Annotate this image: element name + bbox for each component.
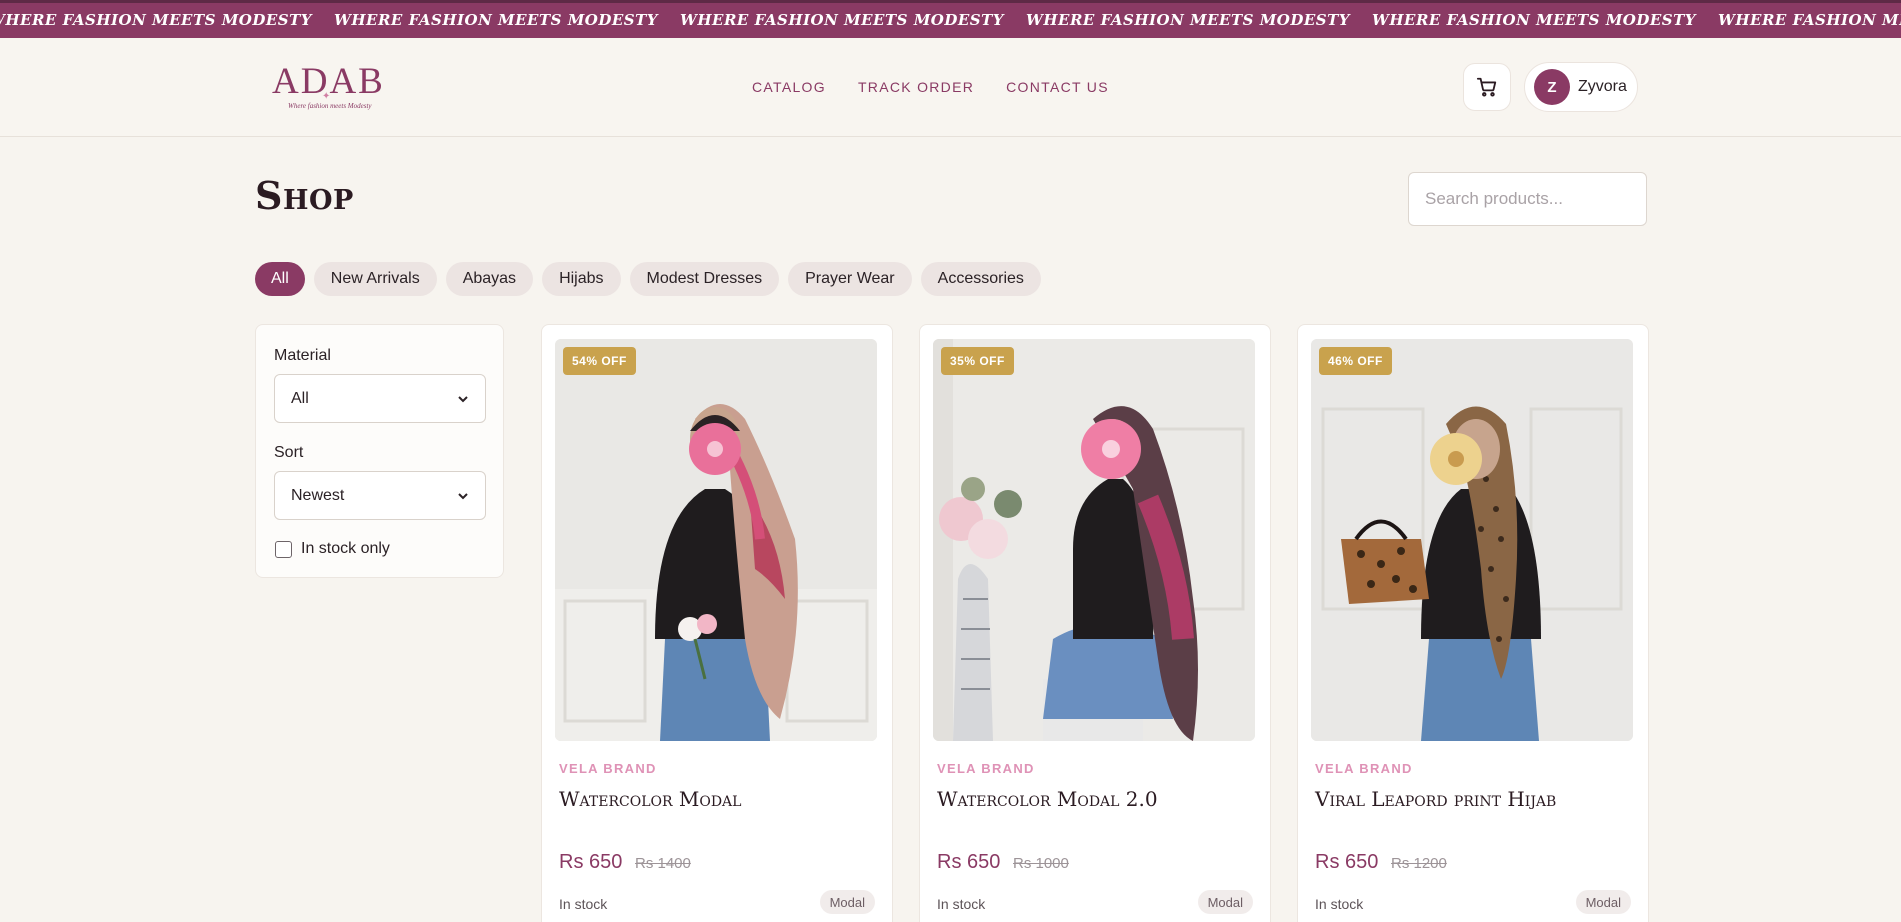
discount-badge: 35% OFF — [941, 347, 1014, 375]
product-price: Rs 650 — [937, 851, 1001, 873]
chevron-down-icon — [458, 492, 468, 499]
discount-badge: 54% OFF — [563, 347, 636, 375]
avatar: Z — [1534, 69, 1570, 105]
page-title: Shop — [255, 173, 354, 218]
product-name[interactable]: Viral Leapord print Hijab — [1315, 787, 1556, 811]
material-tag: Modal — [819, 890, 875, 914]
user-menu-button[interactable]: Z Zyvora — [1524, 62, 1638, 112]
site-header: ADAB ✦ Where fashion meets Modesty CATAL… — [0, 38, 1901, 137]
product-name[interactable]: Watercolor Modal — [559, 787, 741, 811]
product-image[interactable]: 54% OFF — [555, 339, 877, 741]
sort-select-value: Newest — [291, 486, 345, 504]
user-name: Zyvora — [1578, 78, 1627, 95]
chip-accessories[interactable]: Accessories — [920, 262, 1041, 296]
cart-icon — [1476, 77, 1497, 97]
product-photo-illustration — [1311, 339, 1633, 741]
material-tag: Modal — [1575, 890, 1631, 914]
marquee-text: WHERE FASHION MEETS MODESTY — [1372, 11, 1697, 29]
filter-panel: Material All Sort Newest In stock only — [255, 324, 504, 578]
announcement-marquee: WHERE FASHION MEETS MODESTY WHERE FASHIO… — [0, 0, 1901, 38]
brand-logo[interactable]: ADAB ✦ Where fashion meets Modesty — [272, 62, 384, 114]
sort-label: Sort — [274, 444, 304, 461]
product-original-price: Rs 1400 — [635, 855, 691, 872]
marquee-text: WHERE FASHION MEETS MODESTY — [1718, 11, 1901, 29]
product-image[interactable]: 35% OFF — [933, 339, 1255, 741]
marquee-text: WHERE FASHION MEETS MODESTY — [334, 11, 659, 29]
product-brand: VELA BRAND — [1315, 761, 1413, 776]
category-filter-chips: All New Arrivals Abayas Hijabs Modest Dr… — [255, 262, 1050, 296]
main-nav: CATALOG TRACK ORDER CONTACT US — [752, 79, 1141, 95]
marquee-text: WHERE FASHION MEETS MODESTY — [1026, 11, 1351, 29]
nav-contact-us[interactable]: CONTACT US — [1006, 79, 1109, 95]
chevron-down-icon — [458, 395, 468, 402]
product-card[interactable]: 35% OFF VELA BRAND Watercolor Modal 2.0 … — [919, 324, 1271, 922]
search-input[interactable] — [1408, 172, 1647, 226]
nav-track-order[interactable]: TRACK ORDER — [858, 79, 974, 95]
product-card[interactable]: 46% OFF VELA BRAND Viral Leapord print H… — [1297, 324, 1649, 922]
logo-sparkle-icon: ✦ — [322, 91, 331, 102]
chip-all[interactable]: All — [255, 262, 305, 296]
material-tag: Modal — [1197, 890, 1253, 914]
marquee-text: WHERE FASHION MEETS MODESTY — [0, 11, 313, 29]
product-photo-illustration — [933, 339, 1255, 741]
product-price: Rs 650 — [559, 851, 623, 873]
in-stock-checkbox[interactable] — [275, 540, 292, 558]
product-original-price: Rs 1200 — [1391, 855, 1447, 872]
sort-select[interactable]: Newest — [274, 471, 486, 520]
stock-status: In stock — [937, 896, 986, 912]
in-stock-label: In stock only — [301, 540, 390, 557]
chip-new-arrivals[interactable]: New Arrivals — [313, 262, 437, 296]
product-photo-illustration — [555, 339, 877, 741]
product-card[interactable]: 54% OFF VELA BRAND Watercolor Modal Rs 6… — [541, 324, 893, 922]
cart-button[interactable] — [1463, 63, 1511, 111]
product-brand: VELA BRAND — [559, 761, 657, 776]
chip-hijabs[interactable]: Hijabs — [542, 262, 621, 296]
product-brand: VELA BRAND — [937, 761, 1035, 776]
marquee-text: WHERE FASHION MEETS MODESTY — [680, 11, 1005, 29]
in-stock-toggle[interactable]: In stock only — [275, 540, 390, 558]
chip-abayas[interactable]: Abayas — [445, 262, 534, 296]
nav-catalog[interactable]: CATALOG — [752, 79, 826, 95]
stock-status: In stock — [559, 896, 608, 912]
material-select-value: All — [291, 389, 309, 407]
material-label: Material — [274, 347, 331, 364]
product-image[interactable]: 46% OFF — [1311, 339, 1633, 741]
material-select[interactable]: All — [274, 374, 486, 423]
product-price: Rs 650 — [1315, 851, 1379, 873]
product-original-price: Rs 1000 — [1013, 855, 1069, 872]
chip-prayer-wear[interactable]: Prayer Wear — [788, 262, 912, 296]
stock-status: In stock — [1315, 896, 1364, 912]
logo-tagline: Where fashion meets Modesty — [288, 102, 372, 110]
discount-badge: 46% OFF — [1319, 347, 1392, 375]
chip-modest-dresses[interactable]: Modest Dresses — [629, 262, 780, 296]
product-name[interactable]: Watercolor Modal 2.0 — [937, 787, 1158, 811]
